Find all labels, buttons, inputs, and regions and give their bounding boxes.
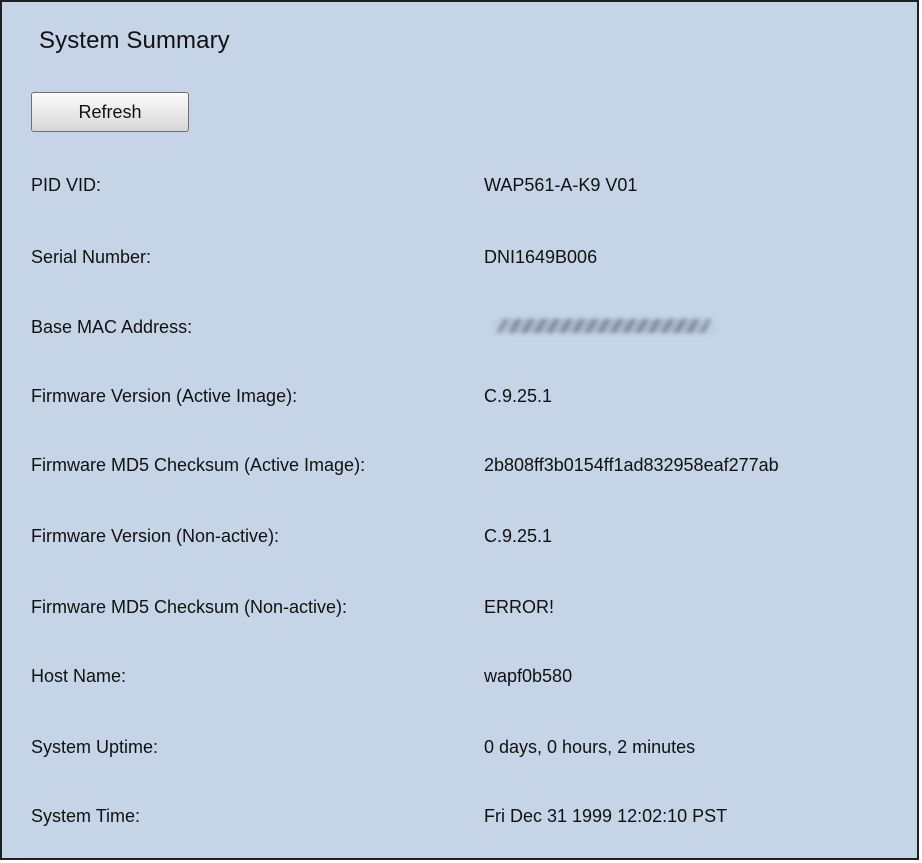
firmware-version-active-row: Firmware Version (Active Image): C.9.25.… xyxy=(2,384,917,424)
firmware-version-nonactive-value: C.9.25.1 xyxy=(484,526,553,546)
system-uptime-value: 0 days, 0 hours, 2 minutes xyxy=(484,737,696,757)
base-mac-address-row: Base MAC Address: xyxy=(2,315,917,355)
system-time-value: Fri Dec 31 1999 12:02:10 PST xyxy=(484,806,728,826)
system-summary-panel: System Summary Refresh PID VID: WAP561-A… xyxy=(0,0,919,860)
refresh-button[interactable]: Refresh xyxy=(31,92,189,132)
base-mac-address-obscured-value xyxy=(492,319,716,333)
base-mac-address-label: Base MAC Address: xyxy=(31,317,193,337)
system-uptime-row: System Uptime: 0 days, 0 hours, 2 minute… xyxy=(2,735,917,775)
firmware-md5-active-value: 2b808ff3b0154ff1ad832958eaf277ab xyxy=(484,455,779,475)
serial-number-label: Serial Number: xyxy=(31,247,152,267)
firmware-md5-nonactive-label: Firmware MD5 Checksum (Non-active): xyxy=(31,597,348,617)
pid-vid-row: PID VID: WAP561-A-K9 V01 xyxy=(2,173,917,213)
system-time-label: System Time: xyxy=(31,806,141,826)
firmware-version-nonactive-row: Firmware Version (Non-active): C.9.25.1 xyxy=(2,524,917,564)
system-uptime-label: System Uptime: xyxy=(31,737,159,757)
firmware-version-nonactive-label: Firmware Version (Non-active): xyxy=(31,526,280,546)
firmware-md5-nonactive-value: ERROR! xyxy=(484,597,555,617)
serial-number-row: Serial Number: DNI1649B006 xyxy=(2,245,917,285)
host-name-value: wapf0b580 xyxy=(484,666,573,686)
firmware-version-active-label: Firmware Version (Active Image): xyxy=(31,386,298,406)
page-title: System Summary xyxy=(39,27,230,54)
system-time-row: System Time: Fri Dec 31 1999 12:02:10 PS… xyxy=(2,804,917,844)
firmware-version-active-value: C.9.25.1 xyxy=(484,386,553,406)
pid-vid-label: PID VID: xyxy=(31,175,102,195)
host-name-row: Host Name: wapf0b580 xyxy=(2,664,917,704)
firmware-md5-nonactive-row: Firmware MD5 Checksum (Non-active): ERRO… xyxy=(2,595,917,635)
host-name-label: Host Name: xyxy=(31,666,127,686)
pid-vid-value: WAP561-A-K9 V01 xyxy=(484,175,638,195)
serial-number-value: DNI1649B006 xyxy=(484,247,598,267)
firmware-md5-active-row: Firmware MD5 Checksum (Active Image): 2b… xyxy=(2,453,917,493)
firmware-md5-active-label: Firmware MD5 Checksum (Active Image): xyxy=(31,455,366,475)
